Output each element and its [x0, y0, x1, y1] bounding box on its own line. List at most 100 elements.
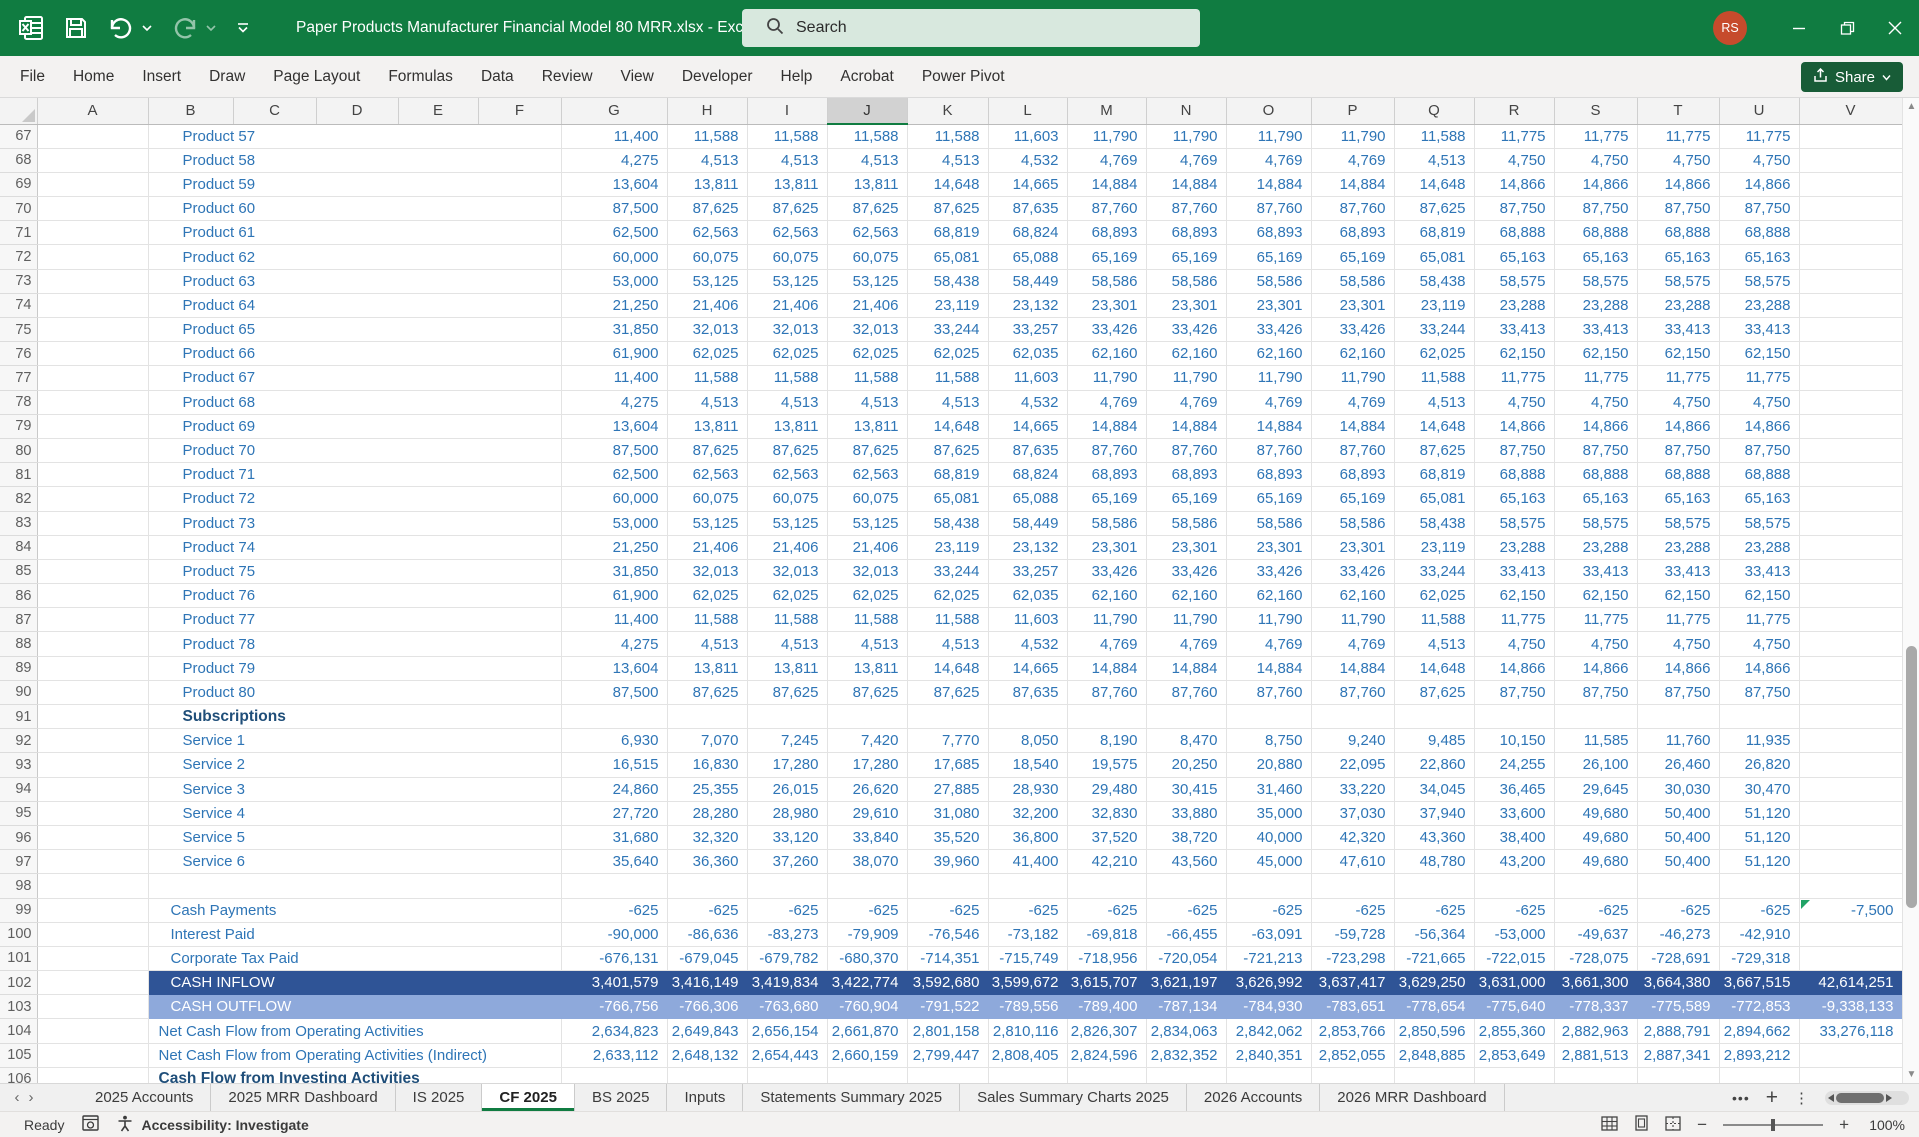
cell[interactable]: 11,790	[1226, 366, 1311, 390]
cell[interactable]: 62,160	[1226, 342, 1311, 366]
cell[interactable]	[1799, 221, 1902, 245]
cell[interactable]: 4,769	[1226, 390, 1311, 414]
cell[interactable]	[37, 971, 148, 995]
cell[interactable]: 11,775	[1719, 608, 1799, 632]
cell[interactable]: 34,045	[1394, 777, 1474, 801]
cell[interactable]: -625	[1719, 898, 1799, 922]
cell[interactable]: 2,840,351	[1226, 1043, 1311, 1067]
cell[interactable]: 51,120	[1719, 825, 1799, 849]
row-label-cell[interactable]: Net Cash Flow from Operating Activities	[148, 1019, 561, 1043]
column-header-A[interactable]: A	[37, 98, 148, 124]
cell[interactable]	[1311, 705, 1394, 729]
cell[interactable]: 48,780	[1394, 850, 1474, 874]
row-label-cell[interactable]: CASH OUTFLOW	[148, 995, 561, 1019]
cell[interactable]: 32,200	[988, 801, 1067, 825]
row-label-cell[interactable]: Cash Payments	[148, 898, 561, 922]
cell[interactable]: 21,406	[747, 535, 827, 559]
cell[interactable]	[37, 463, 148, 487]
cell[interactable]: 65,169	[1067, 487, 1146, 511]
row-label-cell[interactable]: Product 79	[148, 656, 561, 680]
cell[interactable]: 13,811	[747, 172, 827, 196]
cell[interactable]: 23,288	[1474, 535, 1554, 559]
cell[interactable]: 2,853,649	[1474, 1043, 1554, 1067]
cell[interactable]: 87,635	[988, 197, 1067, 221]
cell[interactable]: 36,360	[667, 850, 747, 874]
cell[interactable]	[1799, 172, 1902, 196]
cell[interactable]: 31,460	[1226, 777, 1311, 801]
cell[interactable]: 60,075	[827, 245, 907, 269]
cell[interactable]: 4,750	[1719, 390, 1799, 414]
cell[interactable]: 4,750	[1637, 148, 1719, 172]
cell[interactable]: 4,750	[1637, 390, 1719, 414]
cell[interactable]: 4,769	[1226, 148, 1311, 172]
cell[interactable]	[1394, 705, 1474, 729]
cell[interactable]: 14,866	[1637, 172, 1719, 196]
row-label-cell[interactable]: CASH INFLOW	[148, 971, 561, 995]
row-header-78[interactable]: 78	[0, 390, 37, 414]
sheet-tab-2025-accounts[interactable]: 2025 Accounts	[78, 1084, 211, 1111]
cell[interactable]: 3,629,250	[1394, 971, 1474, 995]
sheet-tab-cf-2025[interactable]: CF 2025	[482, 1084, 575, 1111]
cell[interactable]: 26,460	[1637, 753, 1719, 777]
cell[interactable]: -679,782	[747, 946, 827, 970]
cell[interactable]	[827, 1067, 907, 1083]
cell[interactable]: 35,520	[907, 825, 988, 849]
cell[interactable]: 3,621,197	[1146, 971, 1226, 995]
cell[interactable]	[1719, 705, 1799, 729]
cell[interactable]: 13,811	[747, 414, 827, 438]
cell[interactable]: 4,750	[1554, 148, 1637, 172]
cell[interactable]	[37, 269, 148, 293]
cell[interactable]	[37, 148, 148, 172]
cell[interactable]: 4,513	[747, 390, 827, 414]
cell[interactable]	[561, 705, 667, 729]
cell[interactable]	[37, 318, 148, 342]
cell[interactable]	[37, 366, 148, 390]
cell[interactable]: -625	[1067, 898, 1146, 922]
cell[interactable]: 87,625	[747, 438, 827, 462]
cell[interactable]: -778,654	[1394, 995, 1474, 1019]
cell[interactable]: 7,420	[827, 729, 907, 753]
cell[interactable]: 87,750	[1719, 680, 1799, 704]
cell[interactable]: 58,586	[1226, 511, 1311, 535]
cell[interactable]: 3,615,707	[1067, 971, 1146, 995]
cell[interactable]: 68,893	[1226, 221, 1311, 245]
cell[interactable]: 14,866	[1554, 656, 1637, 680]
cell[interactable]: 11,935	[1719, 729, 1799, 753]
cell[interactable]: 23,288	[1637, 535, 1719, 559]
cell[interactable]: 23,301	[1311, 535, 1394, 559]
cell[interactable]: 8,750	[1226, 729, 1311, 753]
cell[interactable]: 3,422,774	[827, 971, 907, 995]
cell[interactable]: 62,150	[1637, 342, 1719, 366]
cell[interactable]: 60,000	[561, 245, 667, 269]
cell[interactable]: 33,120	[747, 825, 827, 849]
row-header-106[interactable]: 106	[0, 1067, 37, 1083]
cell[interactable]: -718,956	[1067, 946, 1146, 970]
cell[interactable]: 33,413	[1719, 318, 1799, 342]
cell[interactable]: 4,769	[1146, 148, 1226, 172]
row-header-105[interactable]: 105	[0, 1043, 37, 1067]
row-label-cell[interactable]: Corporate Tax Paid	[148, 946, 561, 970]
cell[interactable]: 3,667,515	[1719, 971, 1799, 995]
row-header-82[interactable]: 82	[0, 487, 37, 511]
cell[interactable]	[988, 1067, 1067, 1083]
cell[interactable]: 42,210	[1067, 850, 1146, 874]
cell[interactable]	[667, 874, 747, 898]
cell[interactable]: 53,125	[667, 269, 747, 293]
cell[interactable]: 10,150	[1474, 729, 1554, 753]
cell[interactable]: 62,025	[1394, 342, 1474, 366]
cell[interactable]	[37, 705, 148, 729]
row-label-cell[interactable]: Product 70	[148, 438, 561, 462]
cell[interactable]: 4,750	[1554, 632, 1637, 656]
row-label-cell[interactable]: Interest Paid	[148, 922, 561, 946]
cell[interactable]	[37, 850, 148, 874]
tab-scroll-right-icon[interactable]: ›	[14, 1084, 48, 1111]
cell[interactable]: 13,604	[561, 414, 667, 438]
menu-tab-formulas[interactable]: Formulas	[374, 56, 467, 97]
cell[interactable]: 4,513	[1394, 632, 1474, 656]
cell[interactable]	[37, 172, 148, 196]
cell[interactable]: 13,811	[827, 656, 907, 680]
cell[interactable]: 11,790	[1311, 366, 1394, 390]
cell[interactable]	[1146, 874, 1226, 898]
cell[interactable]: 4,750	[1474, 632, 1554, 656]
search-input[interactable]: Search	[742, 9, 1200, 47]
